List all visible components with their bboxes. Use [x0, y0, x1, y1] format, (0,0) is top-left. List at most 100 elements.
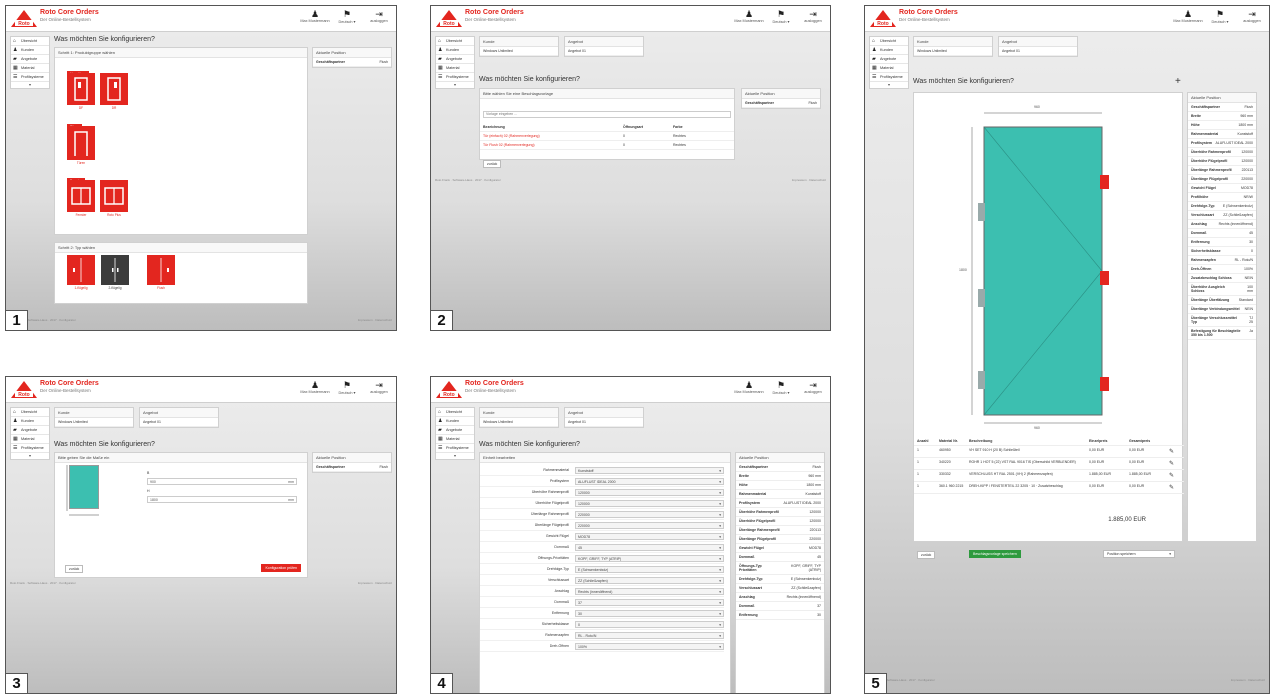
template-search-input[interactable]	[483, 110, 731, 118]
tile-door-df[interactable]	[67, 73, 95, 105]
user-menu[interactable]: ♟ Max Mustermann	[300, 9, 329, 24]
top-bar: Roto Roto Core Orders Der Online-Bestell…	[431, 377, 830, 403]
user-menu[interactable]: ♟ Max Mustermann	[300, 380, 329, 395]
sidebar-item-profilsysteme[interactable]: ☰ Profilsysteme	[436, 444, 474, 453]
position-select[interactable]: Position speichern ▾	[1103, 550, 1175, 558]
user-menu[interactable]: ♟ Max Mustermann	[734, 380, 763, 395]
sidebar-item-material[interactable]: ▦ Material	[870, 64, 908, 73]
tile-tuer[interactable]	[67, 126, 95, 160]
language-menu[interactable]: ⚑ Deutsch ▾	[335, 380, 359, 395]
sidebar-item-angebote[interactable]: ▰ Angebote	[436, 55, 474, 64]
sidebar-item-kunden[interactable]: ♟ Kunden	[11, 417, 49, 426]
sidebar-item-uebersicht[interactable]: ⌂ Übersicht	[870, 37, 908, 46]
chevron-down-icon: ▾	[719, 468, 721, 473]
type-tile-1[interactable]	[67, 255, 95, 285]
back-button[interactable]: zurück	[65, 565, 84, 573]
chevron-down-icon[interactable]: ▾	[11, 453, 49, 459]
sidebar-item-material[interactable]: ▦ Material	[436, 435, 474, 444]
sidebar-item-uebersicht[interactable]: ⌂ Übersicht	[11, 408, 49, 417]
pencil-icon[interactable]: ✎	[1169, 460, 1174, 467]
sidebar-item-uebersicht[interactable]: ⌂ Übersicht	[436, 37, 474, 46]
position-label: Anschlag	[739, 595, 755, 599]
logout-button[interactable]: ⇥ ausloggen	[367, 9, 391, 24]
sidebar-item-uebersicht[interactable]: ⌂ Übersicht	[436, 408, 474, 417]
form-select[interactable]: 45 ▾	[575, 543, 724, 551]
form-select[interactable]: KOPF, GRIFF, TYP (ATRIP) ▾	[575, 554, 724, 562]
form-select[interactable]: MOD78 ▾	[575, 532, 724, 540]
form-select[interactable]: E (Schwenkenbolz) ▾	[575, 565, 724, 573]
sidebar-item-profilsysteme[interactable]: ☰ Profilsysteme	[11, 444, 49, 453]
select-value: 45	[578, 545, 582, 550]
position-row: Gewicht Flügel MOD78	[1188, 184, 1256, 193]
language-menu[interactable]: ⚑ Deutsch ▾	[769, 9, 793, 24]
tile-door-dr[interactable]	[100, 73, 128, 105]
sidebar-item-material[interactable]: ▦ Material	[436, 64, 474, 73]
pencil-icon[interactable]: ✎	[1169, 448, 1174, 455]
tile-fenster[interactable]	[67, 180, 95, 212]
logout-button[interactable]: ⇥ ausloggen	[801, 9, 825, 24]
pencil-icon[interactable]: ✎	[1169, 484, 1174, 491]
table-row: 1 360.1 960 2215 DREH-KIPP / FENSTERTEIL 2…	[914, 482, 1184, 494]
form-select[interactable]: 120000 ▾	[575, 488, 724, 496]
form-select[interactable]: Kunststoff ▾	[575, 466, 724, 474]
sidebar-item-profilsysteme[interactable]: ☰ Profilsysteme	[436, 73, 474, 82]
height-input[interactable]: 1800 mm	[147, 496, 297, 503]
form-select[interactable]: Rechts (innenöffnend) ▾	[575, 587, 724, 595]
logout-button[interactable]: ⇥ ausloggen	[1240, 9, 1264, 24]
sidebar-item-material[interactable]: ▦ Material	[11, 64, 49, 73]
back-button[interactable]: zurück	[483, 160, 502, 168]
tile-roto-plus[interactable]	[100, 180, 128, 212]
sidebar-item-kunden[interactable]: ♟ Kunden	[870, 46, 908, 55]
home-icon: ⌂	[438, 38, 442, 44]
form-select[interactable]: ZZ (Schließzapfen) ▾	[575, 576, 724, 584]
sidebar-item-material[interactable]: ▦ Material	[11, 435, 49, 444]
position-label: Überlänge Flügelprofil	[739, 537, 777, 541]
logout-button[interactable]: ⇥ ausloggen	[367, 380, 391, 395]
sidebar-item-kunden[interactable]: ♟ Kunden	[11, 46, 49, 55]
logout-button[interactable]: ⇥ ausloggen	[801, 380, 825, 395]
back-button[interactable]: zurück	[917, 551, 936, 559]
sidebar: ⌂ Übersicht ♟ Kunden ▰ Angebote ▦ Material ☰…	[10, 407, 50, 460]
type-tile-3[interactable]	[147, 255, 175, 285]
position-label: Breite	[739, 474, 749, 478]
sidebar-item-angebote[interactable]: ▰ Angebote	[870, 55, 908, 64]
sidebar-item-angebote[interactable]: ▰ Angebote	[11, 426, 49, 435]
position-row: Dornmaß 45	[1188, 229, 1256, 238]
chevron-down-icon[interactable]: ▾	[870, 82, 908, 88]
form-select[interactable]: 100% ▾	[575, 642, 724, 650]
check-configuration-button[interactable]: Konfiguration prüfen	[261, 564, 301, 572]
form-select[interactable]: 120000 ▾	[575, 499, 724, 507]
language-menu[interactable]: ⚑ Deutsch ▾	[335, 9, 359, 24]
user-menu[interactable]: ♟ Max Mustermann	[1173, 9, 1202, 24]
save-template-button[interactable]: Beschlagsvorlage speichern	[969, 550, 1021, 558]
type-tile-2[interactable]	[101, 255, 129, 285]
sidebar-item-kunden[interactable]: ♟ Kunden	[436, 417, 474, 426]
form-select[interactable]: 30 ▾	[575, 609, 724, 617]
add-icon[interactable]: +	[1175, 76, 1181, 87]
form-select[interactable]: ALUFLUST IDEAL 2000 ▾	[575, 477, 724, 485]
pencil-icon[interactable]: ✎	[1169, 472, 1174, 479]
sidebar-item-uebersicht[interactable]: ⌂ Übersicht	[11, 37, 49, 46]
language-menu[interactable]: ⚑ Deutsch ▾	[1208, 9, 1232, 24]
user-menu[interactable]: ♟ Max Mustermann	[734, 9, 763, 24]
sidebar-item-profilsysteme[interactable]: ☰ Profilsysteme	[11, 73, 49, 82]
form-select[interactable]: 220000 ▾	[575, 510, 724, 518]
table-row[interactable]: Tür (einfach) 02 (Rahmenverlegung) 0 Recht…	[480, 132, 734, 141]
sidebar-item-kunden[interactable]: ♟ Kunden	[436, 46, 474, 55]
form-select[interactable]: 0 ▾	[575, 620, 724, 628]
table-row[interactable]: Tür Flush 02 (Rahmenverlegung) 0 Rechtes	[480, 141, 734, 150]
flag-icon: ⚑	[1215, 9, 1225, 19]
form-select[interactable]: 37 ▾	[575, 598, 724, 606]
sidebar-item-angebote[interactable]: ▰ Angebote	[11, 55, 49, 64]
customer-card: Kunde Windows Unlimited	[479, 407, 559, 428]
language-menu[interactable]: ⚑ Deutsch ▾	[769, 380, 793, 395]
sidebar-item-profilsysteme[interactable]: ☰ Profilsysteme	[870, 73, 908, 82]
sidebar-item-angebote[interactable]: ▰ Angebote	[436, 426, 474, 435]
form-select[interactable]: RL - Roto/N ▾	[575, 631, 724, 639]
chevron-down-icon[interactable]: ▾	[436, 453, 474, 459]
form-select[interactable]: 220000 ▾	[575, 521, 724, 529]
app-subtitle: Der Online-Bestellsystem	[40, 17, 91, 22]
chevron-down-icon[interactable]: ▾	[436, 82, 474, 88]
chevron-down-icon[interactable]: ▾	[11, 82, 49, 88]
width-input[interactable]: 900 mm	[147, 478, 297, 485]
